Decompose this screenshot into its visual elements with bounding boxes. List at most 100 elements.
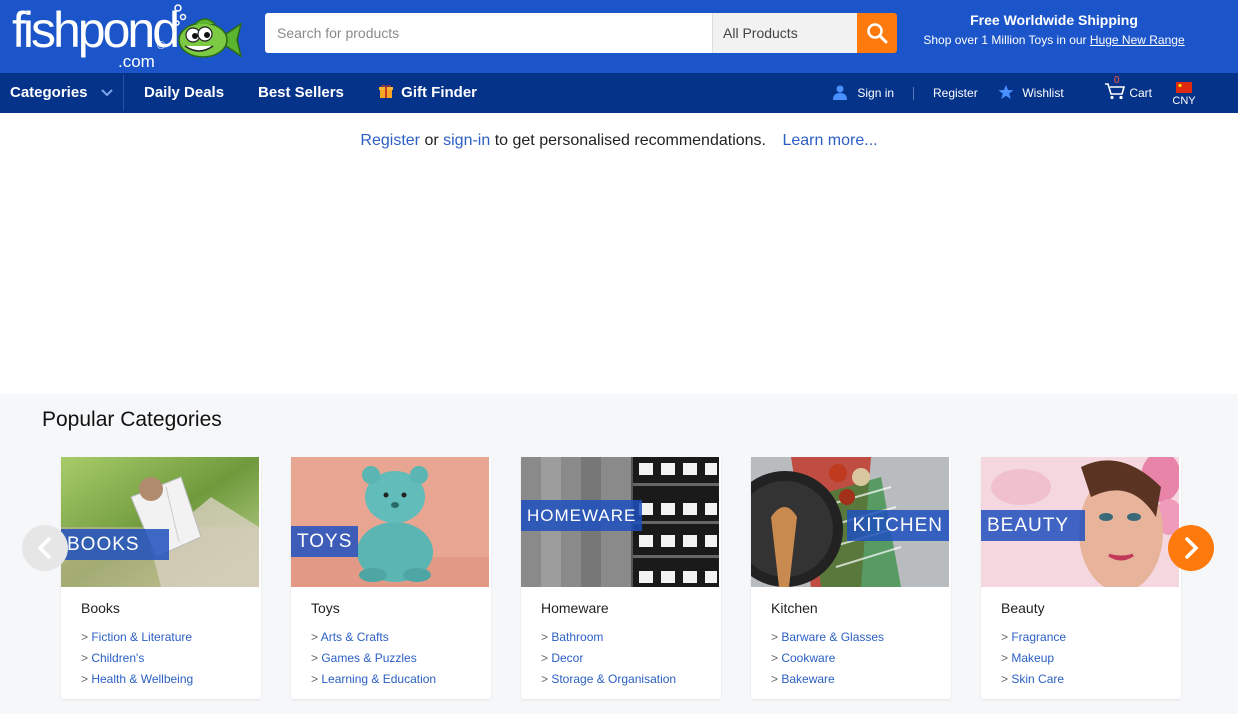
- toys-image[interactable]: TOYS: [291, 457, 489, 587]
- subcategory-link[interactable]: Arts & Crafts: [321, 630, 389, 644]
- kitchen-image[interactable]: KITCHEN: [751, 457, 949, 587]
- nav-categories[interactable]: Categories: [10, 73, 114, 113]
- search-icon: [867, 23, 888, 44]
- beauty-image[interactable]: BEAUTY: [981, 457, 1179, 587]
- category-name: Homeware: [541, 600, 609, 616]
- subcategory-link[interactable]: Children's: [91, 651, 144, 665]
- huge-new-range-link[interactable]: Huge New Range: [1090, 33, 1185, 47]
- logo-registered: ®: [157, 40, 166, 52]
- subcategory-item: > Learning & Education: [311, 672, 437, 686]
- popular-categories-title: Popular Categories: [42, 408, 222, 431]
- subcategory-link[interactable]: Health & Wellbeing: [91, 672, 193, 686]
- subcategory-item: > Cookware: [771, 651, 836, 665]
- carousel-next-button[interactable]: [1168, 525, 1214, 571]
- fish-mascot-icon: [174, 4, 243, 58]
- subcategory-item: > Barware & Glasses: [771, 630, 885, 644]
- subcategory-link[interactable]: Storage & Organisation: [551, 672, 676, 686]
- subcategory-item: > Storage & Organisation: [541, 672, 677, 686]
- subcategory-item: > Games & Puzzles: [311, 651, 417, 665]
- search-category-select[interactable]: All Products: [712, 13, 857, 53]
- sign-in-link[interactable]: Sign in: [832, 73, 894, 113]
- shipping-subtitle: Shop over 1 Million Toys in our Huge New…: [905, 31, 1203, 49]
- signin-prompt-link[interactable]: sign-in: [443, 132, 490, 149]
- nav-best-sellers[interactable]: Best Sellers: [258, 73, 344, 113]
- nav-gift-finder-label: Gift Finder: [401, 84, 477, 101]
- subcategory-link[interactable]: Barware & Glasses: [781, 630, 884, 644]
- reco-or-text: or: [424, 132, 439, 149]
- subcategory-link[interactable]: Bakeware: [781, 672, 834, 686]
- subcategory-link[interactable]: Games & Puzzles: [321, 651, 416, 665]
- user-icon: [833, 85, 847, 100]
- category-card-kitchen[interactable]: KITCHEN Kitchen > Barware & Glasses > Co…: [751, 457, 951, 699]
- popular-categories-section: Popular Categories BOOKS Books > Fiction: [0, 394, 1238, 714]
- nav-gift-finder[interactable]: Gift Finder: [379, 73, 477, 113]
- subcategory-item: > Health & Wellbeing: [81, 672, 194, 686]
- currency-label: CNY: [1172, 95, 1196, 107]
- subcategory-item: > Fragrance: [1001, 630, 1067, 644]
- nav-divider: [123, 75, 124, 111]
- books-image[interactable]: BOOKS: [61, 457, 259, 587]
- logo-dotcom: .com: [118, 52, 155, 71]
- subcategory-link[interactable]: Decor: [551, 651, 583, 665]
- subcategory-link[interactable]: Cookware: [781, 651, 835, 665]
- cart-count: 0: [1114, 75, 1120, 86]
- wishlist-link[interactable]: Wishlist: [998, 73, 1064, 113]
- main-nav: Categories Daily Deals Best Sellers Gift…: [0, 73, 1238, 113]
- chevron-right-icon: [1185, 537, 1199, 559]
- category-card-toys[interactable]: TOYS Toys > Arts & Crafts > Games & Puzz…: [291, 457, 491, 699]
- subcategory-item: > Bakeware: [771, 672, 835, 686]
- nav-daily-deals[interactable]: Daily Deals: [144, 73, 224, 113]
- wishlist-label: Wishlist: [1022, 86, 1064, 100]
- category-card-homeware[interactable]: HOMEWARE Homeware > Bathroom > Decor > S…: [521, 457, 721, 699]
- subcategory-link[interactable]: Skin Care: [1011, 672, 1064, 686]
- carousel-prev-button[interactable]: [22, 525, 68, 571]
- books-photo: [61, 457, 259, 587]
- category-links: > Barware & Glasses > Cookware > Bakewar…: [771, 627, 884, 690]
- sign-in-label: Sign in: [857, 86, 895, 100]
- currency-selector[interactable]: CNY: [1172, 73, 1196, 113]
- register-link[interactable]: Register: [933, 73, 978, 113]
- reco-rest-text: to get personalised recommendations.: [494, 132, 766, 149]
- subcategory-item: > Children's: [81, 651, 145, 665]
- learn-more-link[interactable]: Learn more...: [782, 132, 877, 149]
- category-name: Beauty: [1001, 600, 1045, 616]
- subcategory-link[interactable]: Makeup: [1011, 651, 1054, 665]
- category-links: > Fragrance > Makeup > Skin Care: [1001, 627, 1066, 690]
- nav-categories-label: Categories: [10, 84, 88, 101]
- category-card-books[interactable]: BOOKS Books > Fiction & Literature > Chi…: [61, 457, 261, 699]
- nav-right-divider: [913, 87, 914, 100]
- beauty-badge: BEAUTY: [981, 510, 1085, 541]
- chevron-left-icon: [37, 537, 51, 559]
- category-card-beauty[interactable]: BEAUTY Beauty > Fragrance > Makeup > Ski…: [981, 457, 1181, 699]
- recommendation-prompt: Register or sign-in to get personalised …: [0, 132, 1238, 150]
- shipping-promo: Free Worldwide Shipping Shop over 1 Mill…: [905, 12, 1203, 49]
- register-prompt-link[interactable]: Register: [360, 132, 420, 149]
- fishpond-logo[interactable]: fishpond ® .com: [10, 2, 243, 72]
- star-icon: [998, 85, 1014, 99]
- search-input[interactable]: [265, 13, 712, 53]
- subcategory-item: > Bathroom: [541, 630, 604, 644]
- cart-link[interactable]: 0 Cart: [1104, 73, 1152, 113]
- subcategory-link[interactable]: Fiction & Literature: [91, 630, 192, 644]
- cart-label: Cart: [1129, 86, 1153, 100]
- search-button[interactable]: [857, 13, 897, 53]
- subcategory-link[interactable]: Fragrance: [1011, 630, 1066, 644]
- shipping-title: Free Worldwide Shipping: [970, 12, 1138, 28]
- gift-icon: [379, 84, 393, 98]
- category-name: Toys: [311, 600, 340, 616]
- search-bar: All Products: [265, 13, 897, 53]
- subcategory-link[interactable]: Learning & Education: [321, 672, 436, 686]
- subcategory-item: > Fiction & Literature: [81, 630, 193, 644]
- category-links: > Fiction & Literature > Children's > He…: [81, 627, 193, 690]
- header-top: fishpond ® .com All Products Free Wo: [0, 0, 1238, 73]
- subcategory-item: > Skin Care: [1001, 672, 1065, 686]
- subcategory-link[interactable]: Bathroom: [551, 630, 603, 644]
- toys-badge: TOYS: [291, 526, 359, 557]
- shipping-subtitle-text: Shop over 1 Million Toys in our: [923, 33, 1087, 47]
- subcategory-item: > Decor: [541, 651, 584, 665]
- category-links: > Bathroom > Decor > Storage & Organisat…: [541, 627, 676, 690]
- category-name: Books: [81, 600, 120, 616]
- books-badge: BOOKS: [61, 529, 169, 560]
- homeware-image[interactable]: HOMEWARE: [521, 457, 719, 587]
- china-flag-icon: [1176, 82, 1192, 93]
